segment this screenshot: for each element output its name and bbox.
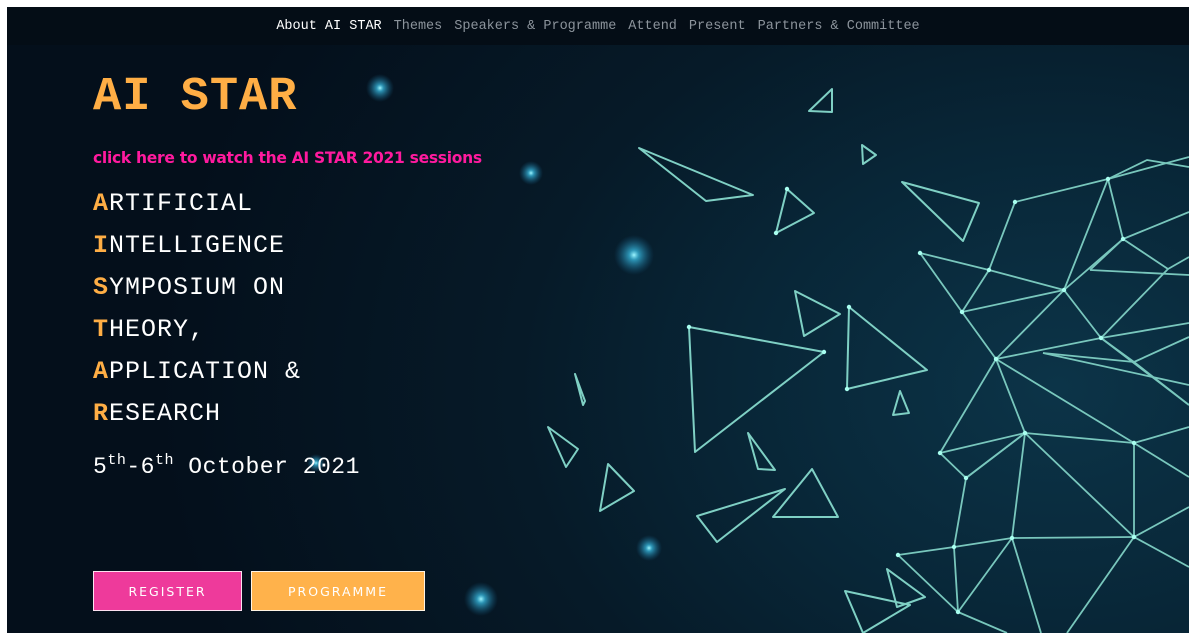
network-mesh bbox=[897, 156, 1189, 633]
event-dates: 5th-6th October 2021 bbox=[93, 452, 360, 480]
acronym-expansion: ARTIFICIAL INTELLIGENCE SYMPOSIUM ON THE… bbox=[93, 183, 301, 435]
watch-sessions-link[interactable]: click here to watch the AI STAR 2021 ses… bbox=[93, 148, 482, 167]
acronym-line: APPLICATION & bbox=[93, 357, 302, 386]
hero-title: AI STAR bbox=[93, 71, 298, 124]
acronym-line: SYMPOSIUM ON bbox=[93, 273, 286, 302]
acronym-line: INTELLIGENCE bbox=[93, 231, 286, 260]
nav-item-themes[interactable]: Themes bbox=[394, 19, 443, 34]
scattered-triangles bbox=[547, 88, 980, 633]
register-button[interactable]: REGISTER bbox=[93, 571, 242, 611]
nav-item-present[interactable]: Present bbox=[689, 19, 746, 34]
programme-button[interactable]: PROGRAMME bbox=[251, 571, 425, 611]
acronym-line: RESEARCH bbox=[93, 399, 222, 428]
nav-item-speakers-programme[interactable]: Speakers & Programme bbox=[454, 19, 616, 34]
top-nav: About AI STAR Themes Speakers & Programm… bbox=[7, 7, 1189, 45]
network-nodes bbox=[686, 176, 1137, 615]
nav-item-partners-committee[interactable]: Partners & Committee bbox=[758, 19, 920, 34]
acronym-line: THEORY, bbox=[93, 315, 206, 344]
nav-item-about[interactable]: About AI STAR bbox=[276, 19, 381, 34]
nav-item-attend[interactable]: Attend bbox=[628, 19, 677, 34]
page-frame: About AI STAR Themes Speakers & Programm… bbox=[7, 7, 1189, 633]
acronym-line: ARTIFICIAL bbox=[93, 189, 254, 218]
